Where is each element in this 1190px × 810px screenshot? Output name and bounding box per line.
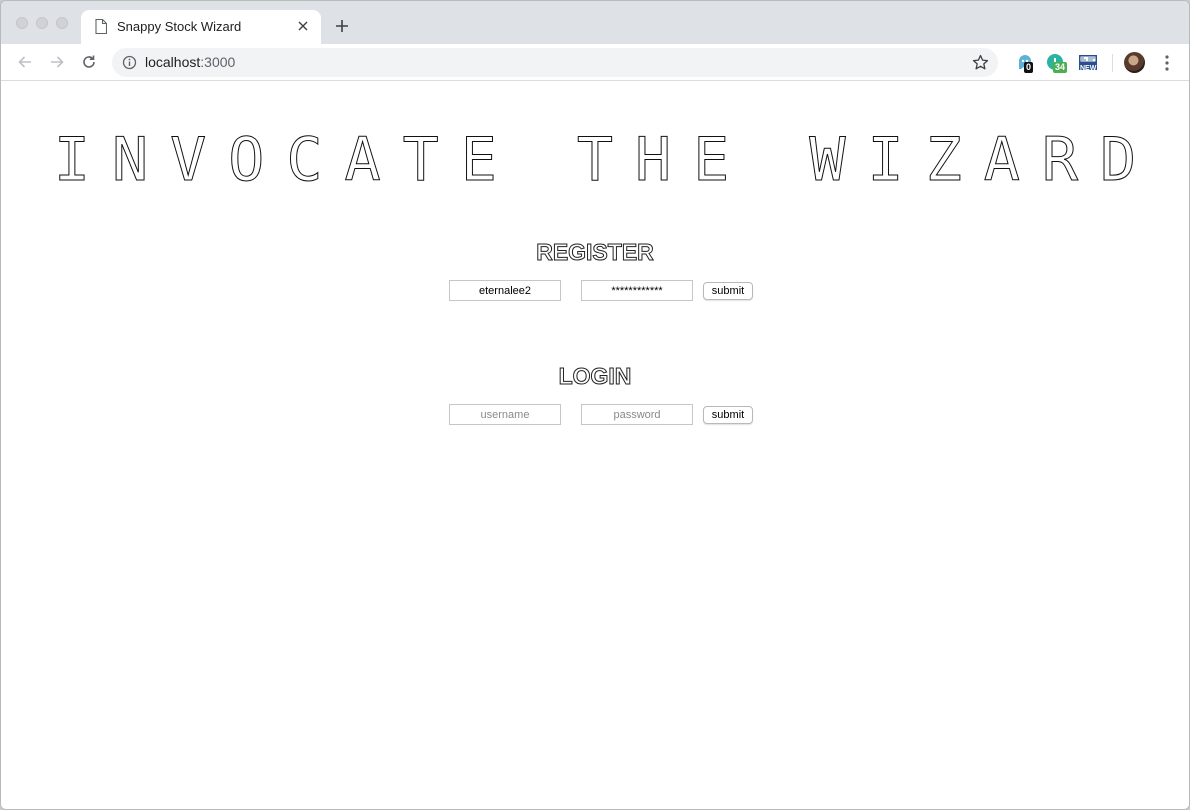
new-tab-icon[interactable] (333, 17, 351, 35)
login-submit-button[interactable]: submit (703, 406, 753, 424)
active-tab[interactable]: Snappy Stock Wizard (81, 10, 321, 44)
grammar-extension-badge: 34 (1053, 62, 1068, 73)
grammar-extension-icon[interactable]: 34 (1046, 53, 1068, 73)
register-password-input[interactable] (581, 280, 693, 301)
hero-title: INVOCATE THE WIZARD (53, 125, 1159, 196)
register-username-input[interactable] (449, 280, 561, 301)
login-username-input[interactable] (449, 404, 561, 425)
browser-window: Snappy Stock Wizard localhost:3000 0 34 … (0, 0, 1190, 810)
document-icon (95, 19, 107, 34)
toolbar-divider (1112, 54, 1113, 72)
zoom-window-button[interactable] (56, 17, 68, 29)
ghost-extension-badge: 0 (1024, 62, 1034, 73)
login-password-input[interactable] (581, 404, 693, 425)
news-extension-icon[interactable]: NEW (1078, 53, 1098, 73)
url-host: localhost (145, 54, 201, 70)
url-text: localhost:3000 (145, 54, 235, 70)
kebab-menu-icon[interactable] (1162, 54, 1172, 72)
back-arrow-icon[interactable] (16, 53, 34, 71)
register-heading: REGISTER (536, 239, 655, 266)
ghost-extension-icon[interactable]: 0 (1015, 53, 1035, 73)
news-extension-label: NEW (1080, 65, 1097, 72)
login-heading: LOGIN (558, 363, 632, 390)
forward-arrow-icon[interactable] (48, 53, 66, 71)
close-tab-icon[interactable] (295, 18, 311, 34)
reload-icon[interactable] (80, 53, 98, 71)
close-window-button[interactable] (16, 17, 28, 29)
register-submit-button[interactable]: submit (703, 282, 753, 300)
bookmark-star-icon[interactable] (972, 54, 989, 71)
tab-strip: Snappy Stock Wizard (1, 1, 1189, 44)
minimize-window-button[interactable] (36, 17, 48, 29)
tab-title: Snappy Stock Wizard (117, 19, 242, 34)
browser-toolbar: localhost:3000 0 34 NEW (1, 44, 1189, 81)
url-port: :3000 (200, 54, 236, 70)
page-content: INVOCATE THE WIZARD REGISTER submit LOGI… (1, 81, 1189, 809)
profile-avatar[interactable] (1124, 52, 1145, 73)
address-bar[interactable]: localhost:3000 (112, 48, 998, 77)
info-icon[interactable] (122, 55, 137, 70)
